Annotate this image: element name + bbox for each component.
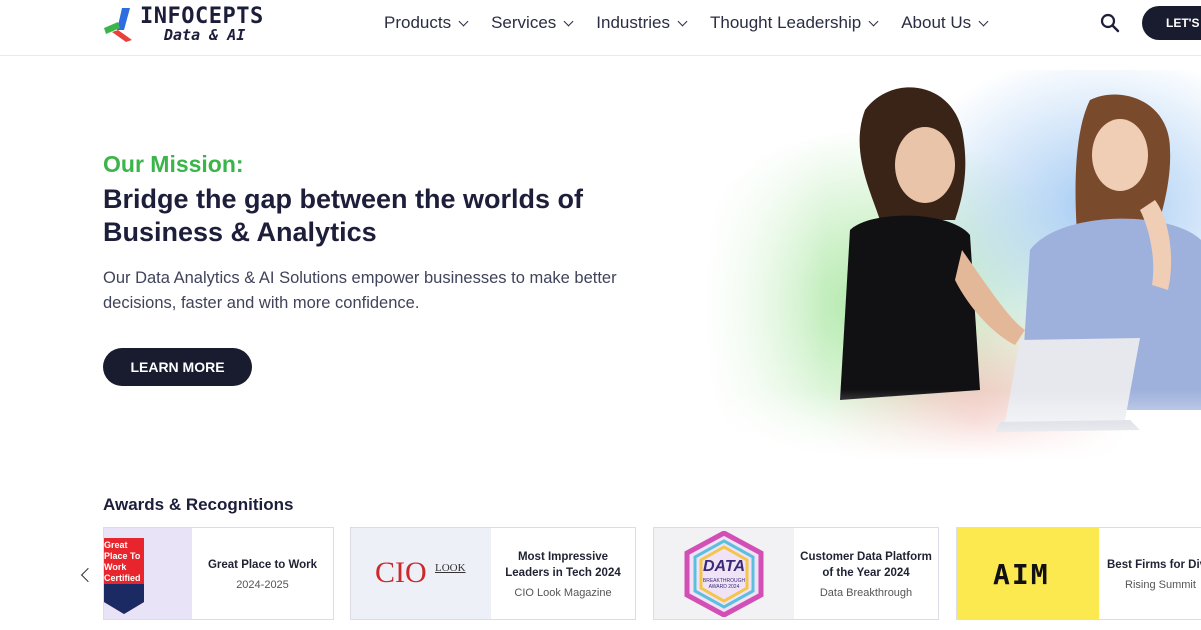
nav-label: Industries	[596, 13, 670, 32]
award-org: Rising Summit	[1125, 578, 1196, 591]
award-thumb: Great Place To Work Certified	[104, 528, 192, 619]
award-org: Data Breakthrough	[819, 586, 913, 599]
nav-label: Services	[491, 13, 557, 32]
carousel-prev-chevron-icon[interactable]	[77, 565, 95, 587]
chevron-down-icon	[458, 16, 469, 26]
infocepts-logo[interactable]: INFOCEPTS Data & AI	[102, 4, 282, 44]
chevron-down-icon	[563, 16, 574, 26]
nav-label: Thought Leadership	[709, 13, 862, 32]
site-header: INFOCEPTS Data & AI Products Services In…	[0, 0, 1201, 56]
award-card-data-breakthrough[interactable]: DATA BREAKTHROUGH AWARD 2024 Customer Da…	[653, 527, 939, 620]
award-info: Best Firms for Div & Inclusion in T Risi…	[1099, 528, 1201, 619]
nav-item-thought-leadership[interactable]: Thought Leadership	[709, 13, 879, 33]
award-thumb: DATA BREAKTHROUGH AWARD 2024	[654, 528, 794, 619]
learn-more-button[interactable]: LEARN MORE	[103, 348, 252, 386]
badge-title: DATA	[702, 558, 746, 575]
award-card-cio-look[interactable]: CIO LOOK Most Impressive Leaders in Tech…	[350, 527, 636, 620]
nav-label: Products	[384, 13, 452, 32]
award-info: Customer Data Platform of the Year 2024 …	[794, 528, 938, 619]
logo-tagline: Data & AI	[164, 26, 246, 44]
nav-item-products[interactable]: Products	[384, 13, 469, 33]
nav-label: About Us	[901, 13, 972, 32]
nav-item-services[interactable]: Services	[491, 13, 574, 33]
badge-subtitle: BREAKTHROUGH AWARD 2024	[702, 578, 746, 590]
award-title: Most Impressive Leaders in Tech 2024	[505, 550, 621, 579]
award-title: Best Firms for Div & Inclusion in T	[1107, 558, 1201, 571]
aim-logo-text: AIM	[993, 558, 1050, 591]
chevron-down-icon	[978, 16, 989, 26]
award-thumb: AIM	[957, 528, 1099, 619]
hero-subtitle: Our Data Analytics & AI Solutions empowe…	[103, 269, 617, 312]
award-card-great-place-to-work[interactable]: Great Place To Work Certified Great Plac…	[103, 527, 334, 620]
award-card-aim-diversity[interactable]: AIM Best Firms for Div & Inclusion in T …	[956, 527, 1201, 620]
logo-mark-icon	[104, 8, 132, 42]
cio-look-logo-text: CIO	[375, 556, 427, 589]
main-nav: Products Services Industries Thought Lea…	[384, 0, 1011, 46]
mission-kicker: Our Mission:	[103, 151, 244, 177]
chevron-down-icon	[868, 16, 879, 26]
hero-title: Bridge the gap between the worlds of Bus…	[103, 184, 584, 247]
nav-item-about-us[interactable]: About Us	[901, 13, 989, 33]
search-icon[interactable]	[1100, 13, 1120, 33]
award-org: CIO Look Magazine	[514, 586, 612, 599]
nav-item-industries[interactable]: Industries	[596, 13, 688, 33]
award-info: Most Impressive Leaders in Tech 2024 CIO…	[491, 528, 635, 619]
awards-heading: Awards & Recognitions	[103, 495, 294, 514]
gptw-badge-text: Great Place To Work Certified	[104, 540, 141, 583]
award-thumb: CIO LOOK	[351, 528, 491, 619]
chevron-down-icon	[677, 16, 688, 26]
award-title: Great Place to Work	[207, 558, 318, 571]
hero-photo-two-women-laptop	[700, 70, 1201, 460]
cio-look-logo-sup: LOOK	[435, 562, 466, 574]
award-org: 2024-2025	[236, 578, 289, 591]
award-info: Great Place to Work 2024-2025	[192, 528, 333, 619]
lets-talk-button[interactable]: LET'S T	[1142, 6, 1201, 40]
award-title: Customer Data Platform of the Year 2024	[800, 550, 932, 579]
